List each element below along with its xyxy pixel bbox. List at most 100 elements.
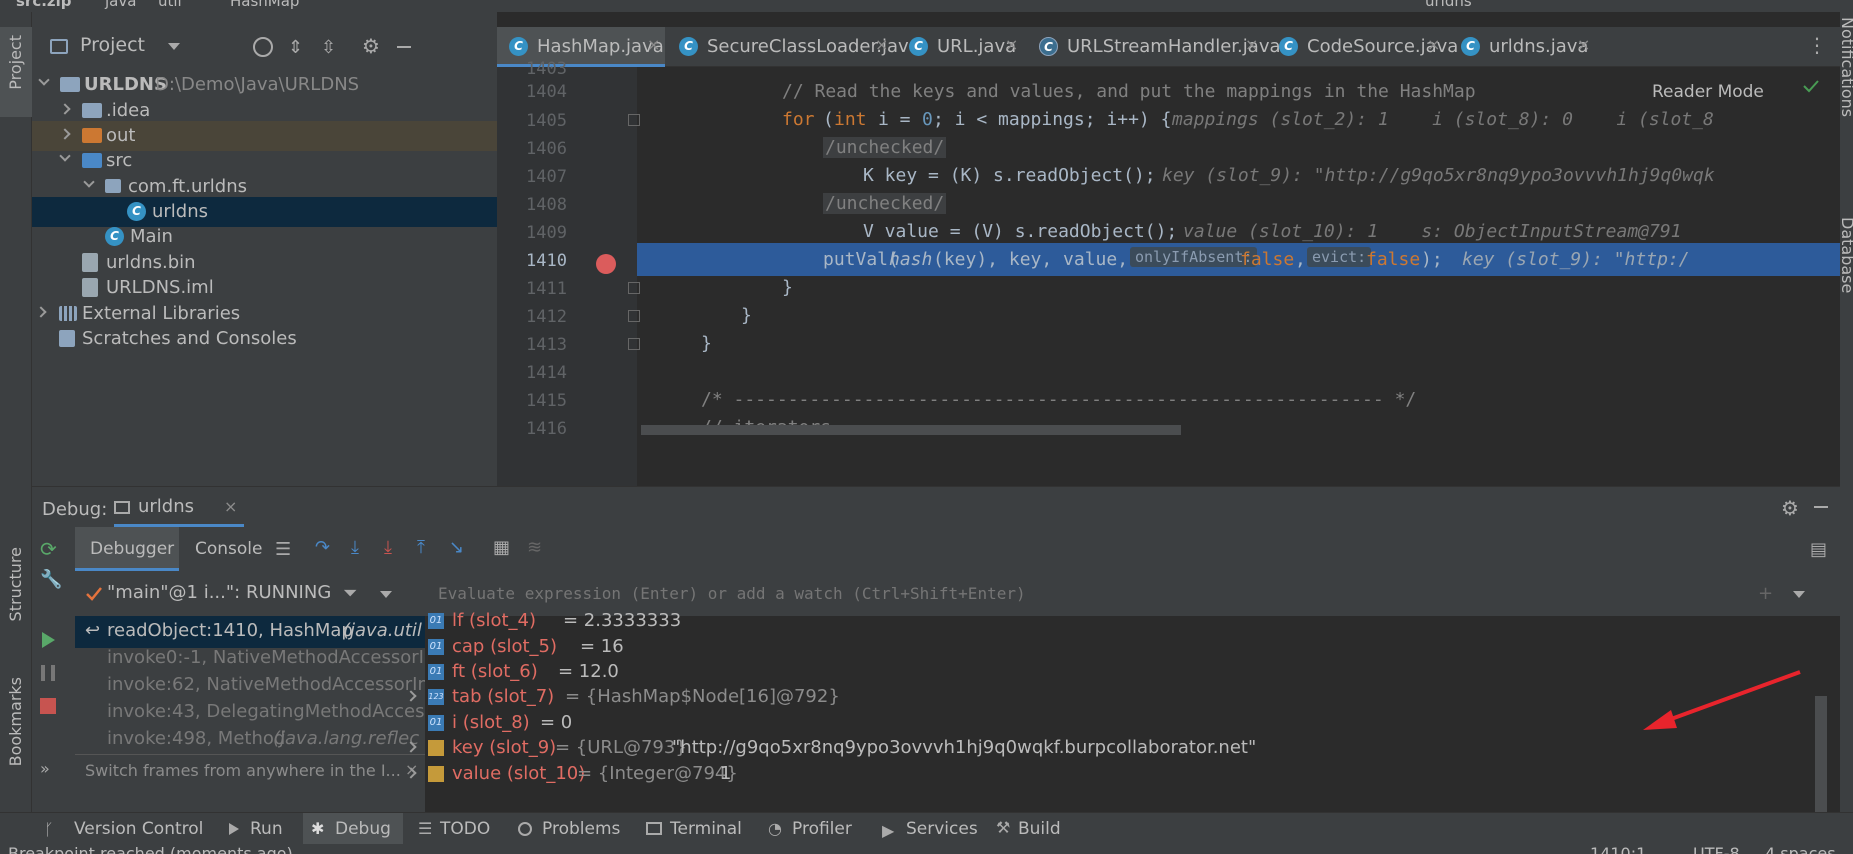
collapse-all-icon[interactable]: ⇳ <box>321 37 336 58</box>
tab-secureclassloader-java[interactable]: C SecureClassLoader.java × <box>667 27 920 67</box>
close-icon[interactable]: × <box>224 497 237 516</box>
code-comment: /* -------------------------------------… <box>701 389 1417 410</box>
caret-position[interactable]: 1410:1 <box>1590 844 1646 854</box>
breadcrumb-zip[interactable]: src.zip <box>16 0 72 10</box>
chevron-right-icon[interactable] <box>59 128 71 140</box>
run-config-selector[interactable]: urldns <box>1425 0 1472 10</box>
chevron-down-icon[interactable] <box>83 176 95 188</box>
tool-label: Version Control <box>74 819 204 839</box>
gear-icon[interactable]: ⚙ <box>362 34 380 58</box>
close-icon[interactable]: × <box>875 35 888 54</box>
horizontal-scrollbar[interactable] <box>641 425 1181 435</box>
database-tool-button[interactable]: Database <box>1840 217 1853 327</box>
bookmarks-tool-label: Bookmarks <box>6 677 25 767</box>
stop-icon[interactable] <box>40 698 56 714</box>
class-icon: C <box>127 202 146 221</box>
debug-button[interactable]: ✱ Debug <box>303 813 403 845</box>
step-out-icon[interactable]: ⤒ <box>417 537 425 558</box>
tab-codesource-java[interactable]: C CodeSource.java × <box>1267 27 1458 67</box>
close-icon[interactable]: × <box>1577 35 1590 54</box>
more-tabs-icon[interactable]: ⋮ <box>1807 33 1827 57</box>
thread-selector[interactable]: "main"@1 i...": RUNNING ⏷ <box>75 571 427 616</box>
line-number-gutter: 1403 1404 1405 1406 1407 1408 1409 1410 … <box>497 59 640 486</box>
terminal-button[interactable]: Terminal <box>640 813 750 845</box>
minimize-icon[interactable] <box>397 46 411 48</box>
variable-name: ft (slot_6) <box>452 661 538 682</box>
tool-label: Build <box>1018 819 1061 839</box>
rerun-icon[interactable]: ⟳ <box>40 537 57 561</box>
code-text: } <box>782 277 793 298</box>
run-to-cursor-icon[interactable]: ↘ <box>449 537 464 558</box>
structure-tool-button[interactable]: Structure <box>0 547 32 657</box>
step-into-icon[interactable]: ⤓ <box>351 537 359 558</box>
chevron-right-icon[interactable] <box>35 306 47 318</box>
force-step-into-icon[interactable]: ⤓ <box>384 537 392 558</box>
build-button[interactable]: ⚒ Build <box>990 813 1080 845</box>
frame-item[interactable]: invoke:498, Method (java.lang.reflec <box>75 724 427 756</box>
profiler-button[interactable]: ◔ Profiler <box>762 813 862 845</box>
step-over-icon[interactable]: ↷ <box>315 537 330 558</box>
watch-expression-input[interactable] <box>425 577 1725 609</box>
notifications-tool-button[interactable]: Notifications <box>1840 17 1853 157</box>
close-icon[interactable]: × <box>1427 35 1440 54</box>
variable-type: = {HashMap$Node[16]@792} <box>565 686 840 707</box>
close-icon[interactable]: × <box>1245 35 1258 54</box>
minimize-icon[interactable] <box>1814 506 1828 508</box>
layout-icon[interactable]: ☰ <box>275 539 291 560</box>
tab-debugger[interactable]: Debugger <box>75 527 179 571</box>
chevron-down-icon[interactable] <box>380 591 392 598</box>
locate-icon[interactable] <box>253 37 273 57</box>
chevron-down-icon[interactable] <box>59 150 71 162</box>
problems-button[interactable]: Problems <box>512 813 622 845</box>
breadcrumb-java[interactable]: java <box>105 0 136 10</box>
close-icon[interactable]: × <box>647 35 660 54</box>
tree-item-label: External Libraries <box>82 303 241 324</box>
gear-icon[interactable]: ⚙ <box>1781 496 1799 520</box>
status-message[interactable]: Breakpoint reached (moments ago) <box>8 844 293 854</box>
bookmarks-tool-button[interactable]: Bookmarks <box>0 677 32 792</box>
object-icon <box>428 766 444 782</box>
wrench-icon[interactable]: 🔧 <box>40 569 62 590</box>
expand-all-icon[interactable]: ⇕ <box>288 37 303 58</box>
pause-icon[interactable] <box>41 665 55 681</box>
tab-urldns-java[interactable]: C urldns.java × <box>1449 27 1599 67</box>
todo-button[interactable]: ☰ TODO <box>412 813 492 845</box>
tab-urlstreamhandler-java[interactable]: C URLStreamHandler.java × <box>1027 27 1281 67</box>
code-text: } <box>701 333 712 354</box>
filter-icon[interactable]: ⏷ <box>343 583 357 604</box>
breakpoint-icon[interactable] <box>596 254 616 274</box>
layout-settings-icon[interactable]: ▤ <box>1810 539 1827 560</box>
tab-url-java[interactable]: C URL.java × <box>897 27 1025 67</box>
chevron-down-icon[interactable] <box>38 74 50 86</box>
evaluate-expression-icon[interactable]: ▦ <box>493 537 510 558</box>
variables-view: 01 lf (slot_4) = 2.3333333 01 cap (slot_… <box>405 610 1840 813</box>
project-tool-button[interactable]: Project <box>0 27 32 117</box>
chevron-down-icon[interactable] <box>1793 591 1805 598</box>
more-icon[interactable]: » <box>40 759 50 778</box>
code-area[interactable]: // Read the keys and values, and put the… <box>637 67 1840 486</box>
run-button[interactable]: Run <box>222 813 292 845</box>
code-text: ( <box>823 109 834 130</box>
tree-item-scratches[interactable]: Scratches and Consoles <box>32 324 497 354</box>
reader-mode-toggle[interactable]: Reader Mode <box>1652 82 1764 102</box>
file-encoding[interactable]: UTF-8 <box>1693 844 1740 854</box>
chevron-down-icon[interactable] <box>168 43 180 50</box>
project-panel-title[interactable]: Project <box>80 34 145 56</box>
vertical-scrollbar[interactable] <box>1815 696 1827 813</box>
close-icon[interactable]: × <box>1005 35 1018 54</box>
debug-session-tab[interactable]: urldns × <box>114 487 244 527</box>
folded-unchecked-annotation[interactable]: /unchecked/ <box>823 137 947 158</box>
version-control-button[interactable]: ᚴ Version Control <box>40 813 204 845</box>
tab-console[interactable]: Console <box>179 527 269 571</box>
chevron-right-icon[interactable] <box>59 103 71 115</box>
services-button[interactable]: ▶ Services <box>876 813 986 845</box>
indent-setting[interactable]: 4 spaces <box>1765 844 1836 854</box>
variable-name: lf (slot_4) <box>452 610 537 631</box>
resume-icon[interactable] <box>42 632 55 648</box>
breadcrumb-class[interactable]: HashMap <box>230 0 299 10</box>
breadcrumb-util[interactable]: util <box>158 0 182 10</box>
add-watch-icon[interactable]: + <box>1758 583 1773 604</box>
trace-icon[interactable]: ≋ <box>527 537 542 558</box>
folded-unchecked-annotation[interactable]: /unchecked/ <box>823 193 947 214</box>
class-icon: C <box>909 37 928 56</box>
